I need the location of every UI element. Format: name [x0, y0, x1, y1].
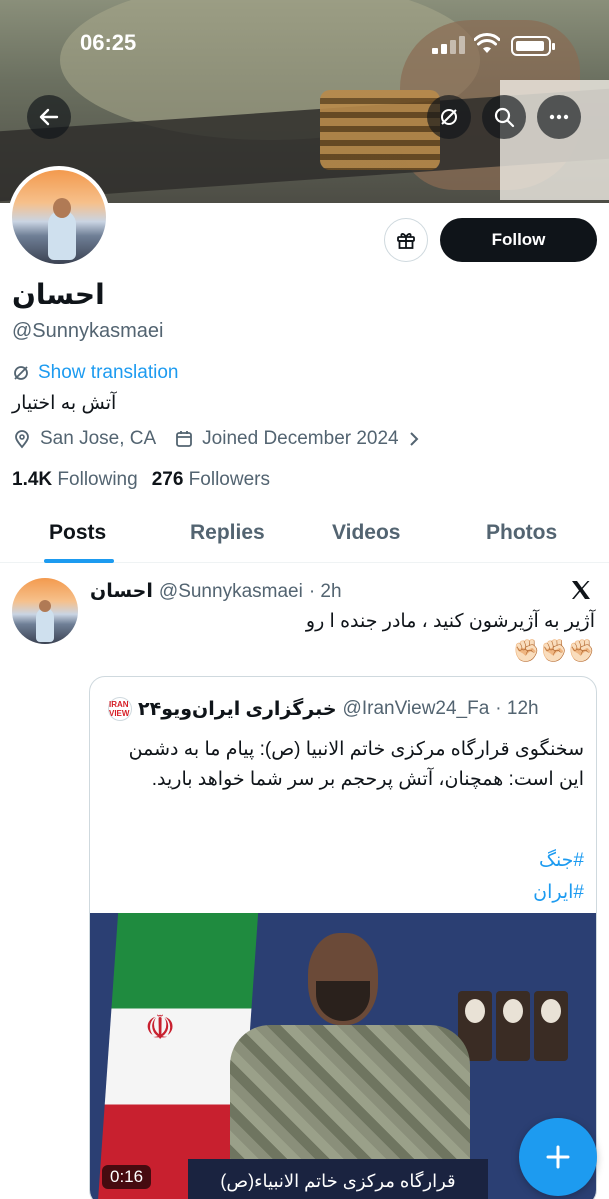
emblem-icon: ☫ — [144, 1009, 176, 1047]
show-translation-label[interactable]: Show translation — [38, 362, 178, 384]
show-translation-link[interactable]: Show translation — [12, 362, 178, 384]
following-link[interactable]: 1.4K Following — [12, 469, 138, 491]
post-emoji: ✊🏻✊🏻✊🏻 — [512, 638, 595, 663]
quoted-hashtags: #جنگ #ایران — [533, 845, 584, 909]
calendar-icon — [176, 431, 193, 447]
podium-caption: قرارگاه مرکزی خاتم الانبیاء(ص) — [188, 1159, 488, 1199]
back-button[interactable] — [27, 95, 71, 139]
post-time: · 2h — [308, 580, 342, 602]
more-button[interactable] — [537, 95, 581, 139]
hashtag-link[interactable]: #جنگ — [533, 845, 584, 877]
profile-handle: @Sunnykasmaei — [12, 320, 164, 342]
gift-icon — [397, 233, 415, 249]
tab-posts[interactable]: Posts — [49, 521, 106, 545]
profile-name: احسان — [12, 279, 105, 310]
status-time: 06:25 — [80, 30, 137, 55]
profile-counts: 1.4K Following 276 Followers — [12, 469, 270, 491]
status-bar: 06:25 — [0, 0, 609, 90]
quoted-post-header: IRAN VIEW خبرگزاری ایران‌ویو۲۴ @IranView… — [108, 697, 539, 721]
tab-photos[interactable]: Photos — [486, 521, 557, 545]
wifi-icon — [474, 33, 500, 53]
active-tab-indicator — [44, 559, 114, 563]
gift-button[interactable] — [384, 218, 428, 262]
battery-icon — [511, 36, 555, 56]
quoted-avatar[interactable]: IRAN VIEW — [108, 697, 132, 721]
quoted-author-name[interactable]: خبرگزاری ایران‌ویو۲۴ — [138, 698, 337, 721]
arrow-left-icon — [39, 108, 59, 126]
quoted-post[interactable]: IRAN VIEW خبرگزاری ایران‌ویو۲۴ @IranView… — [89, 676, 597, 1199]
signal-icon — [432, 36, 465, 54]
search-icon — [494, 107, 515, 128]
follow-button[interactable]: Follow — [440, 218, 597, 262]
following-label: Following — [57, 469, 138, 490]
profile-tabs: Posts Replies Videos Photos — [0, 505, 609, 563]
post-text: آژیر به آژیرشون کنید ، مادر جنده ا رو — [305, 611, 595, 632]
followers-count: 276 — [151, 469, 184, 490]
profile-bio: آتش به اختیار — [12, 393, 117, 414]
tab-replies[interactable]: Replies — [190, 521, 265, 545]
profile-meta: San Jose, CA Joined December 2024 — [12, 428, 421, 450]
video-duration: 0:16 — [102, 1165, 152, 1189]
profile-joined: Joined December 2024 — [202, 428, 399, 449]
followers-label: Followers — [188, 469, 270, 490]
following-count: 1.4K — [12, 469, 53, 490]
compose-button[interactable] — [519, 1118, 597, 1196]
hashtag-link[interactable]: #ایران — [533, 877, 584, 909]
search-button[interactable] — [482, 95, 526, 139]
translate-button[interactable] — [427, 95, 471, 139]
quoted-author-handle[interactable]: @IranView24_Fa — [343, 698, 490, 720]
post-author-name[interactable]: احسان — [90, 580, 153, 603]
profile-location: San Jose, CA — [40, 428, 157, 449]
profile-avatar[interactable] — [8, 166, 110, 268]
portraits-image — [458, 991, 568, 1061]
quoted-time: · 12h — [495, 698, 539, 719]
x-logo-icon — [572, 581, 590, 599]
chevron-right-icon[interactable] — [407, 430, 421, 448]
location-icon — [15, 430, 29, 449]
quoted-text: سخنگوی قرارگاه مرکزی خاتم الانبیا (ص): پ… — [128, 739, 584, 790]
followers-link[interactable]: 276 Followers — [152, 469, 270, 491]
post-avatar[interactable] — [12, 578, 78, 644]
translate-icon — [441, 109, 457, 125]
translate-icon — [14, 366, 28, 380]
post-header: احسان @Sunnykasmaei · 2h — [90, 580, 342, 603]
plus-icon — [546, 1145, 570, 1169]
post-author-handle[interactable]: @Sunnykasmaei — [159, 581, 303, 603]
tab-videos[interactable]: Videos — [332, 521, 400, 545]
more-icon — [549, 114, 569, 120]
